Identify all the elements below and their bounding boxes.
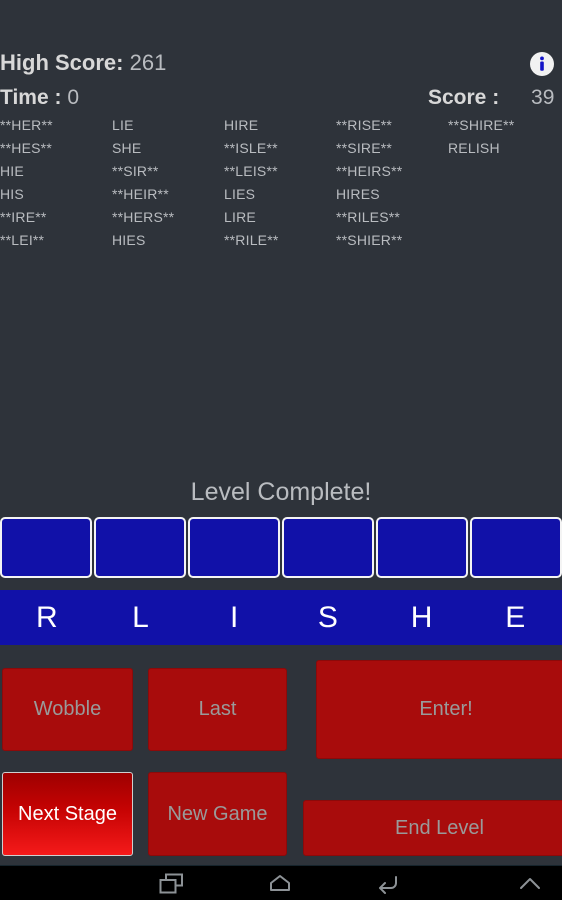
found-word: **RILES** [336, 209, 401, 225]
score-label: Score : [428, 86, 500, 109]
found-word: **SIR** [112, 163, 159, 179]
found-words-column: **SHIRE** RELISH [448, 114, 560, 160]
rack-letter[interactable]: E [468, 590, 562, 645]
found-word: HIE [0, 163, 24, 179]
time-value: 0 [67, 86, 79, 109]
rack-letter[interactable]: R [0, 590, 94, 645]
high-score-value: 261 [129, 50, 167, 75]
home-icon[interactable] [250, 866, 310, 900]
found-word: LIE [112, 117, 134, 133]
enter-button[interactable]: Enter! [316, 660, 562, 759]
found-word: **HERS** [112, 209, 175, 225]
new-game-button[interactable]: New Game [148, 772, 287, 856]
answer-tile[interactable] [376, 517, 468, 578]
answer-tile[interactable] [470, 517, 562, 578]
info-icon[interactable] [530, 52, 554, 76]
found-word: **LEI** [0, 232, 45, 248]
time-label: Time : [0, 86, 62, 109]
rack-letter[interactable]: H [374, 590, 469, 645]
found-word: **SIRE** [336, 140, 393, 156]
found-word: **HEIRS** [336, 163, 403, 179]
end-level-button[interactable]: End Level [303, 800, 562, 856]
found-word: **ISLE** [224, 140, 278, 156]
found-word: **HES** [0, 140, 52, 156]
found-word: **RISE** [336, 117, 393, 133]
found-word: **SHIER** [336, 232, 403, 248]
rack-letter[interactable]: L [93, 590, 188, 645]
high-score-label: High Score: [0, 50, 124, 75]
found-word: **HEIR** [112, 186, 169, 202]
last-button[interactable]: Last [148, 668, 287, 751]
wobble-button[interactable]: Wobble [2, 668, 133, 751]
found-word: LIRE [224, 209, 256, 225]
found-word: HIRE [224, 117, 259, 133]
back-icon[interactable] [358, 866, 418, 900]
found-word: **RILE** [224, 232, 279, 248]
found-word: **LEIS** [224, 163, 278, 179]
high-score-display: High Score: 261 [0, 50, 166, 76]
found-word: HIRES [336, 186, 380, 202]
found-words-column: **HER** **HES** HIE HIS **IRE** **LEI** [0, 114, 112, 252]
answer-tile[interactable] [94, 517, 186, 578]
level-status-message: Level Complete! [190, 478, 372, 506]
found-word: RELISH [448, 140, 500, 156]
recents-icon[interactable] [142, 866, 202, 900]
letter-rack: RLISHE [0, 590, 562, 645]
found-words-column: HIRE **ISLE** **LEIS** LIES LIRE **RILE** [224, 114, 336, 252]
android-navbar [0, 865, 562, 900]
found-word: HIES [112, 232, 146, 248]
score-display: Score : 39 [428, 86, 554, 110]
found-word: LIES [224, 186, 256, 202]
found-words-column: **RISE** **SIRE** **HEIRS** HIRES **RILES** *… [336, 114, 448, 252]
found-word: **SHIRE** [448, 117, 515, 133]
rack-letter[interactable]: I [187, 590, 282, 645]
found-words-column: LIE SHE **SIR** **HEIR** **HERS** HIES [112, 114, 224, 252]
found-words-grid: **HER** **HES** HIE HIS **IRE** **LEI** LIE SHE… [0, 114, 562, 264]
answer-tile[interactable] [0, 517, 92, 578]
found-word: **IRE** [0, 209, 47, 225]
chevron-up-icon[interactable] [500, 866, 560, 900]
next-stage-button[interactable]: Next Stage [2, 772, 133, 856]
answer-tile[interactable] [282, 517, 374, 578]
score-value: 39 [531, 86, 555, 109]
found-word: **HER** [0, 117, 53, 133]
time-display: Time : 0 [0, 86, 79, 110]
answer-tile[interactable] [188, 517, 280, 578]
found-word: SHE [112, 140, 142, 156]
answer-tile-row [0, 517, 562, 578]
game-screen: High Score: 261 Time : 0 Score : 39 **HE… [0, 0, 562, 900]
rack-letter[interactable]: S [281, 590, 375, 645]
found-word: HIS [0, 186, 24, 202]
